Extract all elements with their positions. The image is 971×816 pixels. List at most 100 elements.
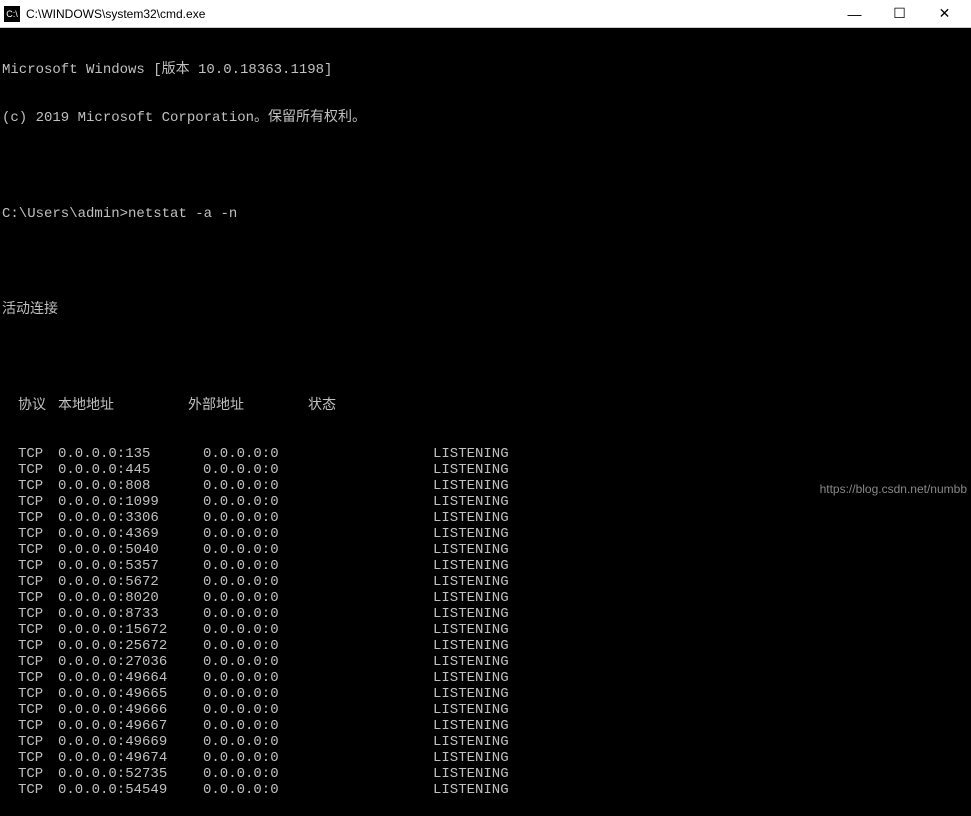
cell-proto: TCP (2, 686, 58, 702)
cell-state: LISTENING (333, 638, 483, 654)
header-local: 本地地址 (58, 398, 188, 414)
cell-proto: TCP (2, 766, 58, 782)
table-row: TCP0.0.0.0:496660.0.0.0:0LISTENING (0, 702, 971, 718)
cell-local: 0.0.0.0:49665 (58, 686, 203, 702)
cell-local: 0.0.0.0:1099 (58, 494, 203, 510)
cell-state: LISTENING (333, 446, 483, 462)
cell-foreign: 0.0.0.0:0 (203, 462, 333, 478)
cell-local: 0.0.0.0:8733 (58, 606, 203, 622)
cell-local: 0.0.0.0:49664 (58, 670, 203, 686)
table-row: TCP0.0.0.0:496650.0.0.0:0LISTENING (0, 686, 971, 702)
cell-state: LISTENING (333, 478, 483, 494)
cell-local: 0.0.0.0:808 (58, 478, 203, 494)
cell-proto: TCP (2, 654, 58, 670)
cell-state: LISTENING (333, 622, 483, 638)
table-row: TCP0.0.0.0:527350.0.0.0:0LISTENING (0, 766, 971, 782)
header-foreign: 外部地址 (188, 398, 308, 414)
cell-foreign: 0.0.0.0:0 (203, 766, 333, 782)
cell-local: 0.0.0.0:5357 (58, 558, 203, 574)
cell-local: 0.0.0.0:25672 (58, 638, 203, 654)
cell-proto: TCP (2, 574, 58, 590)
cell-foreign: 0.0.0.0:0 (203, 558, 333, 574)
cell-foreign: 0.0.0.0:0 (203, 718, 333, 734)
cell-state: LISTENING (333, 654, 483, 670)
cell-proto: TCP (2, 750, 58, 766)
cell-proto: TCP (2, 590, 58, 606)
maximize-button[interactable]: ☐ (877, 0, 922, 28)
blank-line (0, 350, 971, 366)
cell-local: 0.0.0.0:5672 (58, 574, 203, 590)
table-row: TCP0.0.0.0:496690.0.0.0:0LISTENING (0, 734, 971, 750)
cell-proto: TCP (2, 702, 58, 718)
minimize-button[interactable]: — (832, 0, 877, 28)
cell-foreign: 0.0.0.0:0 (203, 446, 333, 462)
table-row: TCP0.0.0.0:545490.0.0.0:0LISTENING (0, 782, 971, 798)
cell-state: LISTENING (333, 558, 483, 574)
cell-proto: TCP (2, 558, 58, 574)
cell-foreign: 0.0.0.0:0 (203, 670, 333, 686)
cell-state: LISTENING (333, 766, 483, 782)
cell-state: LISTENING (333, 542, 483, 558)
cell-foreign: 0.0.0.0:0 (203, 494, 333, 510)
cell-proto: TCP (2, 510, 58, 526)
cell-foreign: 0.0.0.0:0 (203, 734, 333, 750)
table-row: TCP0.0.0.0:56720.0.0.0:0LISTENING (0, 574, 971, 590)
table-row: TCP0.0.0.0:496670.0.0.0:0LISTENING (0, 718, 971, 734)
cell-state: LISTENING (333, 526, 483, 542)
cell-local: 0.0.0.0:49674 (58, 750, 203, 766)
cell-foreign: 0.0.0.0:0 (203, 590, 333, 606)
title-bar: C:\ C:\WINDOWS\system32\cmd.exe — ☐ ✕ (0, 0, 971, 28)
cell-proto: TCP (2, 734, 58, 750)
cell-local: 0.0.0.0:3306 (58, 510, 203, 526)
cell-foreign: 0.0.0.0:0 (203, 654, 333, 670)
cell-foreign: 0.0.0.0:0 (203, 782, 333, 798)
cell-proto: TCP (2, 718, 58, 734)
cell-state: LISTENING (333, 670, 483, 686)
table-row: TCP0.0.0.0:10990.0.0.0:0LISTENING (0, 494, 971, 510)
cell-state: LISTENING (333, 782, 483, 798)
cell-local: 0.0.0.0:49666 (58, 702, 203, 718)
cell-foreign: 0.0.0.0:0 (203, 622, 333, 638)
cell-state: LISTENING (333, 718, 483, 734)
table-row: TCP0.0.0.0:496640.0.0.0:0LISTENING (0, 670, 971, 686)
table-row: TCP0.0.0.0:87330.0.0.0:0LISTENING (0, 606, 971, 622)
table-row: TCP0.0.0.0:156720.0.0.0:0LISTENING (0, 622, 971, 638)
terminal-output[interactable]: Microsoft Windows [版本 10.0.18363.1198] (… (0, 28, 971, 816)
cell-local: 0.0.0.0:5040 (58, 542, 203, 558)
cell-local: 0.0.0.0:49669 (58, 734, 203, 750)
window-controls: — ☐ ✕ (832, 0, 967, 28)
close-button[interactable]: ✕ (922, 0, 967, 28)
watermark: https://blog.csdn.net/numbb (820, 482, 967, 496)
cell-state: LISTENING (333, 510, 483, 526)
cell-local: 0.0.0.0:4369 (58, 526, 203, 542)
cell-proto: TCP (2, 446, 58, 462)
cell-foreign: 0.0.0.0:0 (203, 638, 333, 654)
cell-proto: TCP (2, 782, 58, 798)
table-row: TCP0.0.0.0:4450.0.0.0:0LISTENING (0, 462, 971, 478)
cell-foreign: 0.0.0.0:0 (203, 606, 333, 622)
table-header: 协议 本地地址 外部地址 状态 (0, 398, 971, 414)
cell-local: 0.0.0.0:8020 (58, 590, 203, 606)
cell-state: LISTENING (333, 702, 483, 718)
cell-proto: TCP (2, 638, 58, 654)
cell-foreign: 0.0.0.0:0 (203, 510, 333, 526)
table-row: TCP0.0.0.0:270360.0.0.0:0LISTENING (0, 654, 971, 670)
cell-state: LISTENING (333, 734, 483, 750)
cell-proto: TCP (2, 622, 58, 638)
prompt-line: C:\Users\admin>netstat -a -n (0, 206, 971, 222)
cell-proto: TCP (2, 542, 58, 558)
header-state: 状态 (308, 398, 368, 414)
table-row: TCP0.0.0.0:33060.0.0.0:0LISTENING (0, 510, 971, 526)
cell-foreign: 0.0.0.0:0 (203, 702, 333, 718)
cell-proto: TCP (2, 526, 58, 542)
cell-local: 0.0.0.0:54549 (58, 782, 203, 798)
prompt-path: C:\Users\admin> (2, 206, 128, 222)
cell-state: LISTENING (333, 606, 483, 622)
cell-foreign: 0.0.0.0:0 (203, 526, 333, 542)
table-row: TCP0.0.0.0:80200.0.0.0:0LISTENING (0, 590, 971, 606)
cell-state: LISTENING (333, 686, 483, 702)
section-title: 活动连接 (0, 302, 971, 318)
cell-proto: TCP (2, 462, 58, 478)
cell-state: LISTENING (333, 494, 483, 510)
cell-local: 0.0.0.0:27036 (58, 654, 203, 670)
